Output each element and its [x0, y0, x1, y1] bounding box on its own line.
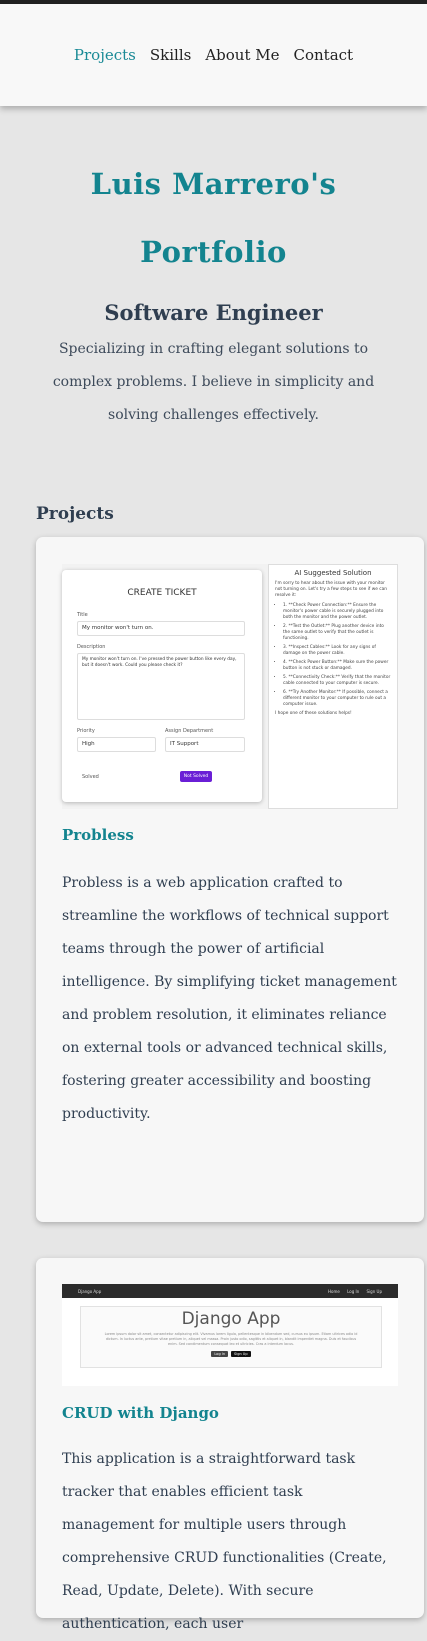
- ai-step: 5. **Connectivity Check:** Verify that t…: [283, 675, 391, 687]
- ticket-department-label: Assign Department: [165, 728, 214, 734]
- project-card-probless: CREATE TICKET Title My monitor won't tur…: [36, 537, 424, 1222]
- page-title-line1: Luis Marrero's: [90, 167, 337, 201]
- project-description: Probless is a web application crafted to…: [62, 875, 397, 1122]
- ticket-department-field: IT Support: [165, 737, 245, 752]
- ticket-description-label: Description: [77, 644, 106, 650]
- django-navbar-mock: Django App Home Log In Sign Up: [62, 1284, 398, 1298]
- project-screenshot-django: Django App Home Log In Sign Up Django Ap…: [62, 1284, 398, 1386]
- ai-step: 4. **Check Power Button:** Make sure the…: [283, 660, 391, 672]
- django-signup-button: Sign Up: [231, 1351, 251, 1357]
- nav-link-projects[interactable]: Projects: [74, 46, 136, 64]
- ticket-priority-label: Priority: [77, 728, 95, 734]
- tagline: Specializing in crafting elegant solutio…: [52, 341, 375, 423]
- ai-solution-outro: I hope one of these solutions helps!: [275, 711, 352, 716]
- ai-solution-intro: I'm sorry to hear about the issue with y…: [275, 581, 387, 598]
- project-card-crud-django: Django App Home Log In Sign Up Django Ap…: [36, 1258, 424, 1632]
- ticket-title-label: Title: [77, 612, 88, 618]
- ai-solution-title: AI Suggested Solution: [294, 569, 372, 577]
- django-jumbotron-mock: Django App Lorem ipsum dolor sit amet, c…: [80, 1306, 382, 1368]
- ticket-priority-field: High: [77, 737, 156, 752]
- ticket-solved-label: Solved: [82, 774, 99, 780]
- django-link: Home: [328, 1288, 340, 1294]
- ticket-form-mock: CREATE TICKET Title My monitor won't tur…: [62, 570, 262, 802]
- nav-link-contact[interactable]: Contact: [294, 46, 354, 64]
- django-login-button: Log In: [211, 1351, 229, 1357]
- ai-step: 1. **Check Power Connection:** Ensure th…: [283, 603, 391, 621]
- ai-step: 6. **Try Another Monitor:** If possible,…: [283, 690, 391, 708]
- ai-step: 3. **Inspect Cables:** Look for any sign…: [283, 645, 391, 657]
- nav-link-about-me[interactable]: About Me: [205, 46, 279, 64]
- hero-section: Luis Marrero's Portfolio Software Engine…: [0, 106, 427, 432]
- django-nav-links: Home Log In Sign Up: [322, 1289, 382, 1294]
- nav-link-skills[interactable]: Skills: [150, 46, 191, 64]
- django-buttons: Log In Sign Up: [81, 1351, 381, 1357]
- not-solved-button-mock: Not Solved: [180, 771, 212, 782]
- top-nav: Projects Skills About Me Contact: [0, 4, 427, 106]
- django-link: Sign Up: [366, 1288, 382, 1294]
- django-heading: Django App: [181, 1309, 281, 1329]
- page-title: Luis Marrero's Portfolio: [28, 150, 399, 286]
- ticket-description-field: My monitor won't turn on. I've pressed t…: [77, 653, 245, 720]
- ticket-title-field: My monitor won't turn on.: [77, 621, 245, 636]
- project-description: This application is a straightforward ta…: [62, 1451, 387, 1632]
- ai-solution-steps: 1. **Check Power Connection:** Ensure th…: [275, 603, 391, 708]
- django-body-text: Lorem ipsum dolor sit amet, consectetur …: [104, 1332, 358, 1346]
- project-screenshot-probless: CREATE TICKET Title My monitor won't tur…: [62, 564, 398, 809]
- ticket-form-title: CREATE TICKET: [127, 588, 197, 598]
- ai-step: 2. **Test the Outlet:** Plug another dev…: [283, 624, 391, 642]
- role-subtitle: Software Engineer: [104, 300, 323, 325]
- ai-solution-panel-mock: AI Suggested Solution I'm sorry to hear …: [268, 564, 398, 809]
- project-title[interactable]: Probless: [62, 826, 134, 844]
- django-brand: Django App: [78, 1288, 102, 1294]
- page-title-line2: Portfolio: [140, 235, 287, 269]
- projects-section-title: Projects: [36, 504, 114, 524]
- django-link: Log In: [347, 1288, 360, 1294]
- project-title[interactable]: CRUD with Django: [62, 1404, 219, 1422]
